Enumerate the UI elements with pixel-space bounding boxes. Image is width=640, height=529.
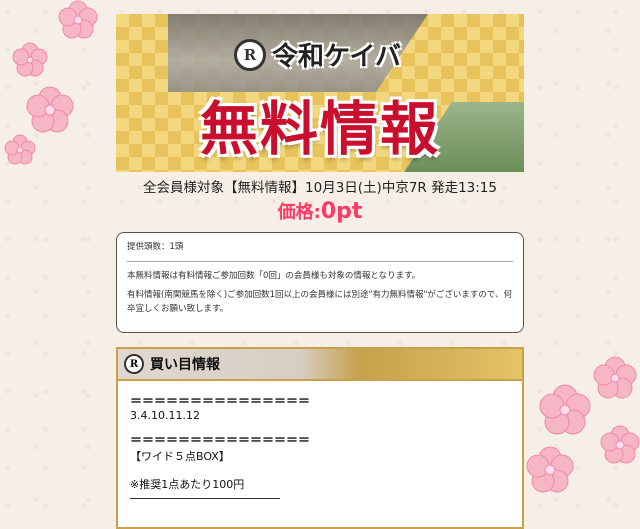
separator: ＝＝＝＝＝＝＝＝＝＝＝＝＝＝＝ [130, 394, 311, 409]
horse-count: 提供頭数：1頭 [127, 241, 513, 262]
brand-emblem-icon: R [124, 354, 144, 375]
cherry-blossom-decoration-right [526, 356, 640, 493]
race-subtitle: 全会員様対象【無料情報】10月3日(土)中京7R 発走13:15 [143, 180, 497, 196]
notice-line-1: 本無料情報は有料情報ご参加回数「0回」の会員様も対象の情報となります。 [127, 270, 421, 281]
bet-type: 【ワイド５点BOX】 [130, 450, 230, 464]
betting-info-content: ＝＝＝＝＝＝＝＝＝＝＝＝＝＝＝ 3.4.10.11.12 ＝＝＝＝＝＝＝＝＝＝＝… [118, 381, 522, 500]
main-content: R 令和ケイバ 無料情報 全会員様対象【無料情報】10月3日(土)中京7R 発走… [116, 14, 524, 529]
betting-info-box: R 買い目情報 ＝＝＝＝＝＝＝＝＝＝＝＝＝＝＝ 3.4.10.11.12 ＝＝＝… [116, 347, 524, 529]
price-label: 価格: [277, 202, 321, 223]
separator: ＝＝＝＝＝＝＝＝＝＝＝＝＝＝＝ [130, 433, 311, 448]
betting-info-title: 買い目情報 [150, 357, 220, 374]
notice-line-2: 有料情報(南関競馬を除く)ご参加回数1回以上の会員様には別途"有力無料情報"がご… [127, 290, 513, 314]
betting-info-header: R 買い目情報 [118, 349, 522, 382]
horse-numbers: 3.4.10.11.12 [130, 409, 200, 423]
price: 価格:0pt [116, 198, 524, 224]
price-value: 0pt [320, 199, 363, 224]
brand-logo: R 令和ケイバ [234, 36, 401, 73]
cherry-blossom-decoration-left [4, 0, 98, 165]
brand-name: 令和ケイバ [272, 42, 401, 72]
page-title: 無料情報 [199, 95, 440, 163]
divider [130, 498, 280, 500]
brand-emblem-icon: R [234, 38, 266, 71]
hero-banner: R 令和ケイバ 無料情報 [116, 14, 524, 172]
recommended-stake: ※推奨1点あたり100円 [130, 478, 245, 492]
notice-box: 提供頭数：1頭 本無料情報は有料情報ご参加回数「0回」の会員様も対象の情報となり… [116, 232, 524, 334]
